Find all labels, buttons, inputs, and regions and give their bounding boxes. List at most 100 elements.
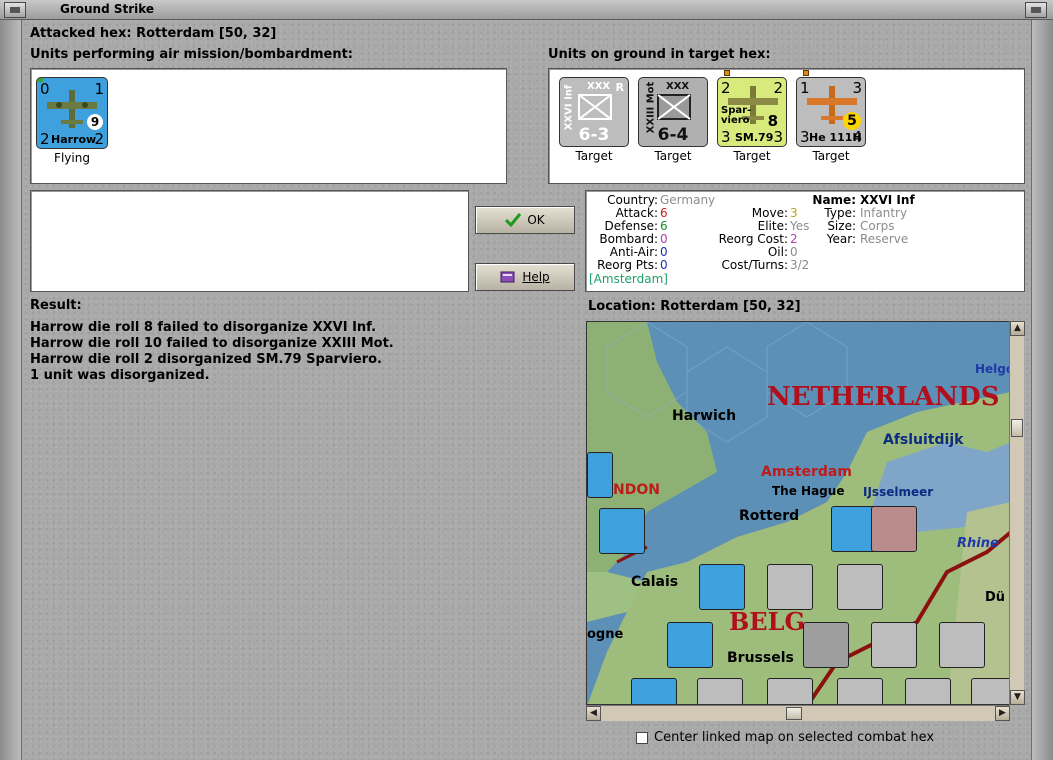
scroll-right-arrow-icon[interactable]: ▶ (995, 706, 1010, 721)
help-button[interactable]: Help (475, 263, 575, 291)
help-book-icon (500, 271, 515, 283)
ground-unit-status: Target (575, 149, 613, 163)
unit-marker: R (615, 81, 624, 94)
ground-unit-counter[interactable]: 1 3 5 3 He 111H 4 (796, 70, 866, 147)
scroll-left-arrow-icon[interactable]: ◀ (586, 706, 601, 721)
cost-turns-value: 3/2 (790, 258, 810, 272)
air-unit-badge: 9 (87, 114, 103, 130)
defense-label: Defense: (604, 219, 658, 233)
scroll-down-arrow-icon[interactable]: ▼ (1010, 690, 1025, 705)
infantry-symbol-icon (578, 94, 612, 120)
reorg-pts-value: 0 (660, 258, 668, 272)
map-unit-counter[interactable] (803, 622, 849, 668)
ground-unit-card[interactable]: 2 2 Spar- viero 8 3 SM.79 3 Target (712, 70, 792, 163)
map-label-harwich: Harwich (672, 408, 737, 424)
ground-unit-counter[interactable]: XXIII Mot XXX 6-4 (638, 77, 708, 147)
map-unit-counter[interactable] (599, 508, 645, 554)
map-vertical-scrollbar[interactable]: ▲ ▼ (1009, 321, 1025, 705)
status-pip (803, 70, 809, 76)
reorg-pts-label: Reorg Pts: (597, 258, 658, 272)
antiair-label: Anti-Air: (609, 245, 658, 259)
ground-unit-counter[interactable]: XXVI Inf XXX R 6-3 (559, 77, 629, 147)
ground-unit-card[interactable]: XXIII Mot XXX 6-4 Target (633, 77, 713, 163)
map-unit-counter[interactable] (667, 622, 713, 668)
map-horizontal-scrollbar[interactable]: ◀ ▶ (586, 705, 1010, 721)
map-unit-counter[interactable] (871, 506, 917, 552)
result-line: Harrow die roll 10 failed to disorganize… (30, 336, 394, 351)
map-unit-counter[interactable] (939, 622, 985, 668)
result-line: Harrow die roll 8 failed to disorganize … (30, 320, 377, 335)
map-label-du: Dü (985, 590, 1006, 605)
map-label-netherlands: NETHERLANDS (767, 382, 1000, 412)
status-pip (724, 70, 730, 76)
map-label-the-hague: The Hague (772, 484, 845, 498)
unit-strength: 6-4 (657, 125, 689, 145)
ok-button[interactable]: OK (475, 206, 575, 234)
window-restore-button[interactable] (1025, 2, 1047, 18)
air-unit-card[interactable]: 0 1 9 2 Harrow 2 Flying (32, 77, 112, 165)
check-icon (505, 213, 522, 227)
map-unit-counter[interactable] (697, 678, 743, 704)
linked-map[interactable]: NETHERLANDS Harwich Afsluitdijk Amsterda… (586, 321, 1010, 705)
result-line: Harrow die roll 2 disorganized SM.79 Spa… (30, 352, 382, 367)
map-label-helgo: Helgo (975, 362, 1009, 376)
window-menu-button[interactable] (4, 2, 26, 18)
ground-unit-card[interactable]: XXVI Inf XXX R 6-3 Target (554, 77, 634, 163)
map-unit-counter[interactable] (837, 564, 883, 610)
air-units-panel: 0 1 9 2 Harrow 2 Flying (30, 68, 507, 184)
center-map-checkbox[interactable] (636, 731, 648, 744)
unit-size: XXX (666, 81, 690, 92)
map-label-ogne: ogne (587, 627, 624, 642)
unit-bottom-right: 4 (852, 128, 862, 146)
horizontal-scroll-thumb[interactable] (786, 707, 802, 720)
map-unit-counter[interactable] (767, 678, 813, 704)
ground-unit-status: Target (812, 149, 850, 163)
unit-info-panel: Country: Germany Attack: 6 Defense: 6 Bo… (585, 190, 1025, 292)
scroll-up-arrow-icon[interactable]: ▲ (1010, 321, 1025, 336)
help-button-label: Help (522, 270, 550, 284)
ground-unit-counter[interactable]: 2 2 Spar- viero 8 3 SM.79 3 (717, 70, 787, 147)
attacked-hex-heading: Attacked hex: Rotterdam [50, 32] (30, 26, 277, 41)
map-unit-counter[interactable] (905, 678, 951, 704)
message-panel (30, 190, 469, 292)
map-label-belgium: BELG (729, 607, 805, 636)
window-frame-right (1031, 20, 1053, 760)
vertical-scroll-thumb[interactable] (1011, 419, 1023, 437)
home-city-link[interactable]: [Amsterdam] (589, 273, 668, 286)
map-unit-counter[interactable] (837, 678, 883, 704)
map-unit-counter[interactable] (767, 564, 813, 610)
map-unit-counter[interactable] (631, 678, 677, 704)
map-unit-counter[interactable] (971, 678, 1009, 704)
unit-side-label: XXVI Inf (563, 84, 575, 131)
ground-unit-status: Target (733, 149, 771, 163)
title-bar: Ground Strike (0, 0, 1053, 20)
unit-type: SM.79 (735, 131, 774, 144)
map-unit-counter[interactable] (871, 622, 917, 668)
map-label-afsluitdijk: Afsluitdijk (883, 432, 964, 448)
year-value: Reserve (860, 232, 909, 246)
center-map-option[interactable]: Center linked map on selected combat hex (636, 730, 934, 745)
country-value: Germany (660, 193, 716, 207)
map-label-ijsselmeer: IJsselmeer (863, 485, 934, 499)
air-unit-status: Flying (54, 151, 90, 165)
motorized-symbol-icon (657, 94, 691, 120)
map-label-london: NDON (613, 482, 660, 498)
location-heading: Location: Rotterdam [50, 32] (588, 299, 801, 314)
air-unit-bottom-right: 2 (94, 130, 104, 148)
ok-button-label: OK (527, 213, 545, 227)
air-unit-counter[interactable]: 0 1 9 2 Harrow 2 (36, 77, 108, 149)
ground-units-panel: XXVI Inf XXX R 6-3 Target XXIII Mot XXX … (548, 68, 1025, 184)
map-unit-counter[interactable] (699, 564, 745, 610)
result-heading: Result: (30, 298, 82, 313)
map-label-rhine: Rhine (957, 536, 999, 551)
map-label-amsterdam: Amsterdam (761, 464, 852, 480)
center-map-checkbox-label: Center linked map on selected combat hex (654, 730, 935, 745)
air-unit-name: Harrow (51, 133, 97, 146)
result-line: 1 unit was disorganized. (30, 368, 210, 383)
ground-unit-status: Target (654, 149, 692, 163)
ground-unit-card[interactable]: 1 3 5 3 He 111H 4 Target (791, 70, 871, 163)
air-unit-bottom-left: 2 (40, 130, 50, 148)
map-unit-counter[interactable] (587, 452, 613, 498)
window-frame-left (0, 20, 22, 760)
map-label-rotterdam: Rotterd (739, 508, 800, 524)
